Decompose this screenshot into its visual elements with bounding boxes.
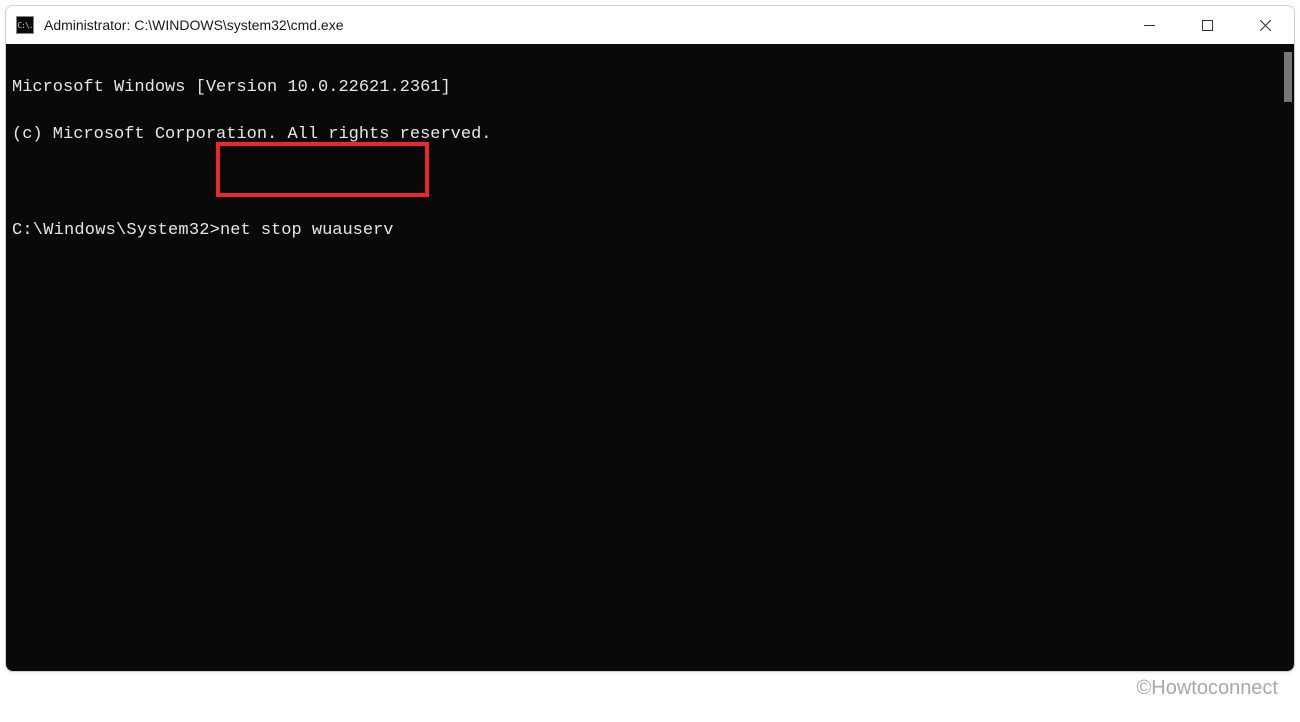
- window-title: Administrator: C:\WINDOWS\system32\cmd.e…: [44, 17, 1120, 33]
- terminal-area[interactable]: Microsoft Windows [Version 10.0.22621.23…: [6, 44, 1294, 671]
- close-icon: [1260, 20, 1271, 31]
- terminal-blank-line: [12, 171, 1288, 195]
- maximize-button[interactable]: [1178, 6, 1236, 44]
- watermark-text: ©Howtoconnect: [1137, 677, 1278, 700]
- cmd-app-icon: C:\.: [16, 16, 34, 34]
- terminal-command: net stop wuauserv: [220, 221, 393, 240]
- maximize-icon: [1202, 20, 1213, 31]
- minimize-button[interactable]: [1120, 6, 1178, 44]
- titlebar[interactable]: C:\. Administrator: C:\WINDOWS\system32\…: [6, 6, 1294, 44]
- scrollbar-thumb[interactable]: [1284, 52, 1292, 102]
- terminal-line-version: Microsoft Windows [Version 10.0.22621.23…: [12, 76, 1288, 100]
- minimize-icon: [1144, 20, 1155, 31]
- terminal-prompt-line: C:\Windows\System32>net stop wuauserv: [12, 219, 1288, 243]
- window-controls: [1120, 6, 1294, 44]
- terminal-prompt: C:\Windows\System32>: [12, 221, 220, 240]
- terminal-line-copyright: (c) Microsoft Corporation. All rights re…: [12, 123, 1288, 147]
- close-button[interactable]: [1236, 6, 1294, 44]
- app-icon-label: C:\.: [17, 21, 32, 30]
- cmd-window: C:\. Administrator: C:\WINDOWS\system32\…: [5, 5, 1295, 672]
